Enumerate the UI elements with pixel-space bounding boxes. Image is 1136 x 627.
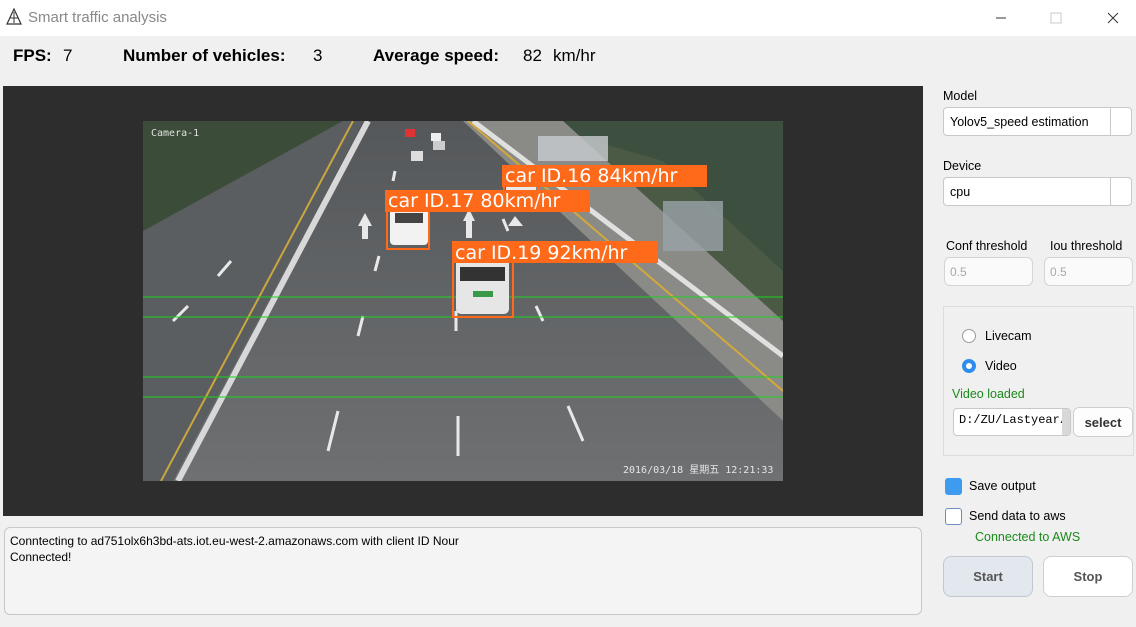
device-label: Device <box>943 159 982 173</box>
model-select[interactable]: Yolov5_speed estimation <box>943 107 1132 136</box>
model-label: Model <box>943 89 978 103</box>
video-path-value: D:/ZU/Lastyear/ <box>959 413 1068 427</box>
select-file-button[interactable]: select <box>1073 407 1133 437</box>
title-bar: Smart traffic analysis <box>0 0 1136 36</box>
device-select-value: cpu <box>950 185 971 199</box>
video-status: Video loaded <box>952 387 1025 401</box>
minimize-button[interactable] <box>978 0 1024 36</box>
chevron-down-icon <box>1110 108 1131 135</box>
window-title: Smart traffic analysis <box>28 9 167 26</box>
camera-label: Camera-1 <box>151 128 199 139</box>
send-aws-checkbox[interactable] <box>945 508 962 525</box>
maximize-icon <box>1050 12 1062 24</box>
conf-threshold-input[interactable]: 0.5 <box>944 257 1033 286</box>
minimize-icon <box>996 17 1006 19</box>
fps-label: FPS: <box>13 46 52 65</box>
detection-label-17: car ID.17 80km/hr <box>388 190 561 212</box>
save-output-checkbox[interactable] <box>945 478 962 495</box>
average-speed-value: 82 <box>523 46 542 65</box>
device-select[interactable]: cpu <box>943 177 1132 206</box>
start-button[interactable]: Start <box>943 556 1033 597</box>
save-output-label: Save output <box>969 479 1036 493</box>
livecam-radio[interactable] <box>962 329 976 343</box>
conf-threshold-value: 0.5 <box>950 265 967 279</box>
vehicle-count-value: 3 <box>313 46 323 65</box>
iou-threshold-input[interactable]: 0.5 <box>1044 257 1133 286</box>
video-timestamp: 2016/03/18 星期五 12:21:33 <box>623 464 773 476</box>
model-select-value: Yolov5_speed estimation <box>950 115 1089 129</box>
fps-value: 7 <box>63 46 73 65</box>
detection-label-16: car ID.16 84km/hr <box>505 165 678 187</box>
log-output[interactable]: Conntecting to ad751olx6h3bd-ats.iot.eu-… <box>4 527 922 615</box>
iou-threshold-value: 0.5 <box>1050 265 1067 279</box>
close-button[interactable] <box>1090 0 1136 36</box>
log-line: Conntecting to ad751olx6h3bd-ats.iot.eu-… <box>10 534 459 548</box>
close-icon <box>1107 12 1119 24</box>
average-speed-label: Average speed: <box>373 46 499 65</box>
iou-threshold-label: Iou threshold <box>1050 239 1123 253</box>
livecam-label: Livecam <box>985 329 1032 343</box>
chevron-down-icon <box>1110 178 1131 205</box>
video-radio[interactable] <box>962 359 976 373</box>
send-aws-label: Send data to aws <box>969 509 1066 523</box>
conf-threshold-label: Conf threshold <box>946 239 1028 253</box>
video-path-field[interactable]: D:/ZU/Lastyear/ <box>953 408 1071 436</box>
detection-label-19: car ID.19 92km/hr <box>455 242 628 264</box>
vehicle-count-label: Number of vehicles: <box>123 46 286 65</box>
aws-status: Connected to AWS <box>975 530 1081 544</box>
traffic-cone-icon <box>6 8 22 25</box>
video-label: Video <box>985 359 1017 373</box>
video-frame: car ID.16 84km/hr car ID.17 80km/hr car … <box>143 121 783 481</box>
speed-unit: km/hr <box>553 46 596 65</box>
video-panel: car ID.16 84km/hr car ID.17 80km/hr car … <box>3 86 923 516</box>
stop-button[interactable]: Stop <box>1043 556 1133 597</box>
path-scrollbar[interactable] <box>1062 409 1070 435</box>
log-line: Connected! <box>10 550 72 564</box>
maximize-button[interactable] <box>1033 0 1079 36</box>
